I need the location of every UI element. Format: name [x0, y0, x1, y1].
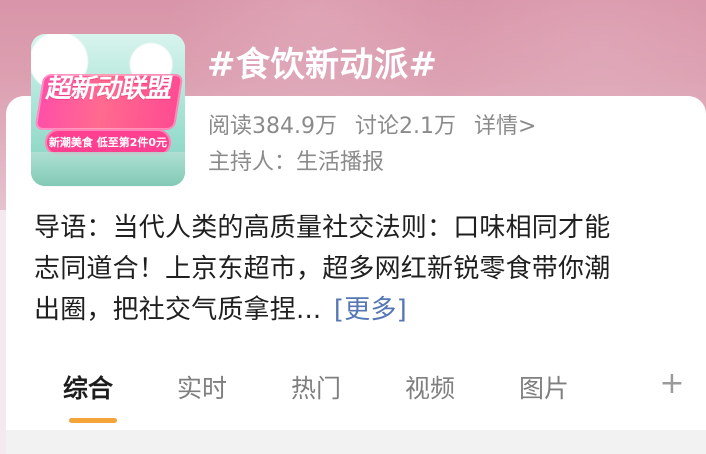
guide-line-3-text: 出圈，把社交气质拿捏... — [34, 295, 322, 325]
tab-bar: 综合 实时 热门 视频 图片 + — [6, 352, 706, 430]
more-link[interactable]: [更多] — [334, 295, 407, 325]
read-count: 阅读384.9万 — [208, 114, 337, 139]
guide-line-2: 志同道合！上京东超市，超多网红新锐零食带你潮 — [34, 254, 611, 284]
thumbnail-bottom-art — [31, 152, 185, 186]
plus-icon[interactable]: + — [658, 369, 686, 399]
tab-comprehensive[interactable]: 综合 — [63, 372, 113, 406]
topic-stats: 阅读384.9万 讨论2.1万 详情> — [208, 106, 536, 142]
active-tab-indicator — [69, 418, 117, 423]
tab-hot[interactable]: 热门 — [291, 372, 341, 406]
topic-page: 超新动联盟 新潮美食 低至第2件0元 #食饮新动派# 阅读384.9万 讨论2.… — [0, 0, 706, 454]
topic-thumbnail[interactable]: 超新动联盟 新潮美食 低至第2件0元 — [31, 34, 185, 186]
details-link[interactable]: 详情> — [474, 108, 536, 140]
guide-line-1: 导语：当代人类的高质量社交法则：口味相同才能 — [34, 213, 611, 243]
tab-realtime[interactable]: 实时 — [177, 372, 227, 406]
guide-line-3: 出圈，把社交气质拿捏... [更多] — [34, 290, 676, 331]
topic-title: #食饮新动派# — [207, 45, 438, 85]
tab-images[interactable]: 图片 — [519, 372, 569, 406]
host-line: 主持人：生活播报 — [208, 150, 385, 175]
discussion-count: 讨论2.1万 — [354, 114, 456, 139]
tab-bar-bottom-background — [6, 430, 706, 454]
tab-video[interactable]: 视频 — [405, 372, 455, 406]
topic-guide: 导语：当代人类的高质量社交法则：口味相同才能 志同道合！上京东超市，超多网红新锐… — [34, 208, 676, 331]
thumbnail-title: 超新动联盟 — [43, 74, 175, 104]
